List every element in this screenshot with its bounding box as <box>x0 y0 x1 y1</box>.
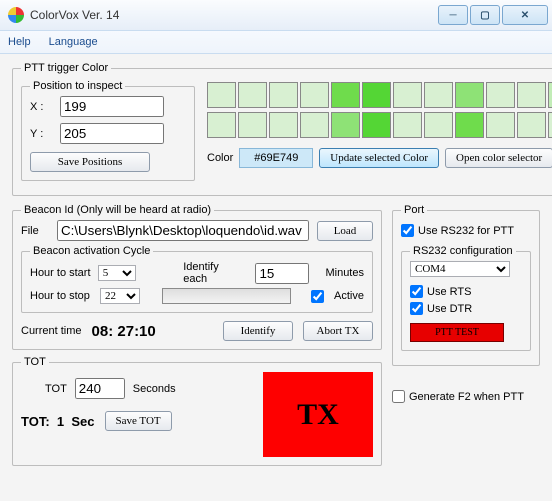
hour-stop-label: Hour to stop <box>30 290 94 302</box>
color-swatch[interactable] <box>424 82 453 108</box>
color-swatch[interactable] <box>517 82 546 108</box>
hour-start-select[interactable]: 5 <box>98 265 137 281</box>
color-swatch[interactable] <box>331 112 360 138</box>
color-swatch[interactable] <box>486 82 515 108</box>
color-value: #69E749 <box>239 148 313 168</box>
tot-legend: TOT <box>21 356 49 368</box>
use-dtr-checkbox[interactable] <box>410 302 423 315</box>
use-rts-checkbox[interactable] <box>410 285 423 298</box>
color-swatch[interactable] <box>300 82 329 108</box>
cycle-progress <box>162 288 291 304</box>
color-swatch[interactable] <box>393 112 422 138</box>
file-input[interactable] <box>57 220 309 241</box>
rs232-config-group: RS232 configuration COM4 Use RTS Use DTR… <box>401 245 531 351</box>
hour-start-label: Hour to start <box>30 267 92 279</box>
tx-indicator: TX <box>263 372 373 457</box>
color-swatch[interactable] <box>362 112 391 138</box>
tot-input[interactable] <box>75 378 125 399</box>
color-swatch[interactable] <box>207 112 236 138</box>
save-tot-button[interactable]: Save TOT <box>105 411 172 431</box>
generate-f2-label: Generate F2 when PTT <box>409 391 524 403</box>
color-swatch[interactable] <box>207 82 236 108</box>
color-swatch[interactable] <box>238 112 267 138</box>
port-legend: Port <box>401 204 427 216</box>
save-positions-button[interactable]: Save Positions <box>30 152 150 172</box>
color-label: Color <box>207 152 233 164</box>
identify-each-input[interactable] <box>255 263 309 284</box>
titlebar: ColorVox Ver. 14 ─ ▢ ✕ <box>0 0 552 30</box>
color-swatch[interactable] <box>424 112 453 138</box>
tot-counter: TOT: 1 Sec <box>21 414 95 429</box>
minimize-button[interactable]: ─ <box>438 5 468 25</box>
color-swatch[interactable] <box>548 82 552 108</box>
active-label: Active <box>334 290 364 302</box>
tx-text: TX <box>297 398 339 432</box>
current-time: 08: 27:10 <box>92 323 156 340</box>
color-swatch[interactable] <box>269 112 298 138</box>
menu-help[interactable]: Help <box>8 36 31 48</box>
color-swatch[interactable] <box>455 82 484 108</box>
menubar: Help Language <box>0 30 552 54</box>
color-swatch[interactable] <box>331 82 360 108</box>
color-swatch[interactable] <box>362 82 391 108</box>
rs232-config-legend: RS232 configuration <box>410 245 516 257</box>
color-swatch[interactable] <box>548 112 552 138</box>
file-label: File <box>21 225 49 237</box>
cycle-group: Beacon activation Cycle Hour to start 5 … <box>21 245 373 313</box>
identify-each-label: Identify each <box>183 261 243 285</box>
open-color-selector-button[interactable]: Open color selector <box>445 148 552 168</box>
app-icon <box>8 7 24 23</box>
color-swatch[interactable] <box>300 112 329 138</box>
close-button[interactable]: ✕ <box>502 5 548 25</box>
x-input[interactable] <box>60 96 164 117</box>
abort-tx-button[interactable]: Abort TX <box>303 321 373 341</box>
beacon-group: Beacon Id (Only will be heard at radio) … <box>12 204 382 350</box>
current-time-label: Current time <box>21 325 82 337</box>
position-legend: Position to inspect <box>30 80 125 92</box>
color-swatch[interactable] <box>238 82 267 108</box>
seconds-label: Seconds <box>133 383 176 395</box>
ptt-test-button[interactable]: PTT TEST <box>410 323 504 342</box>
port-group: Port Use RS232 for PTT RS232 configurati… <box>392 204 540 366</box>
load-button[interactable]: Load <box>317 221 373 241</box>
minutes-label: Minutes <box>325 267 364 279</box>
beacon-legend: Beacon Id (Only will be heard at radio) <box>21 204 214 216</box>
y-input[interactable] <box>60 123 164 144</box>
ptt-legend: PTT trigger Color <box>21 62 111 74</box>
color-swatch[interactable] <box>269 82 298 108</box>
color-swatch[interactable] <box>455 112 484 138</box>
use-dtr-label: Use DTR <box>427 303 472 315</box>
identify-button[interactable]: Identify <box>223 321 293 341</box>
color-swatches <box>207 82 552 138</box>
com-select[interactable]: COM4 <box>410 261 510 277</box>
x-label: X : <box>30 101 52 113</box>
color-swatch[interactable] <box>393 82 422 108</box>
position-group: Position to inspect X : Y : Save Positio… <box>21 80 195 181</box>
generate-f2-checkbox[interactable] <box>392 390 405 403</box>
tot-group: TOT TOT Seconds TOT: 1 Sec <box>12 356 382 466</box>
y-label: Y : <box>30 128 52 140</box>
maximize-button[interactable]: ▢ <box>470 5 500 25</box>
ptt-group: PTT trigger Color Position to inspect X … <box>12 62 552 196</box>
use-rs232-checkbox[interactable] <box>401 224 414 237</box>
window-title: ColorVox Ver. 14 <box>30 8 438 22</box>
color-swatch[interactable] <box>486 112 515 138</box>
update-color-button[interactable]: Update selected Color <box>319 148 439 168</box>
tot-label: TOT <box>45 383 67 395</box>
menu-language[interactable]: Language <box>49 36 98 48</box>
cycle-legend: Beacon activation Cycle <box>30 245 153 257</box>
active-checkbox[interactable] <box>311 290 324 303</box>
color-swatch[interactable] <box>517 112 546 138</box>
use-rs232-label: Use RS232 for PTT <box>418 225 514 237</box>
hour-stop-select[interactable]: 22 <box>100 288 140 304</box>
use-rts-label: Use RTS <box>427 286 471 298</box>
